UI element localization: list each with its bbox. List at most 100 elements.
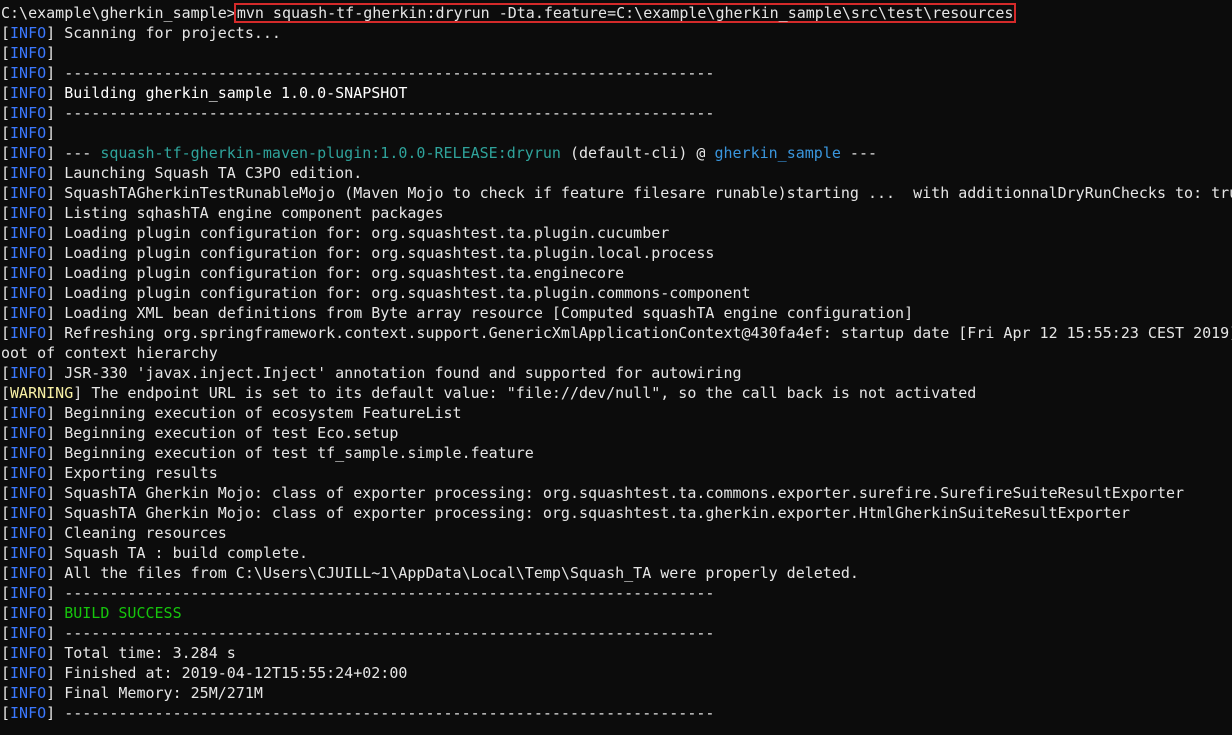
log-message: Beginning execution of test tf_sample.si…: [64, 444, 534, 462]
log-line: [INFO] Beginning execution of ecosystem …: [1, 404, 462, 422]
info-tag: INFO: [10, 84, 47, 102]
info-tag: INFO: [10, 544, 47, 562]
log-line: [INFO] Final Memory: 25M/271M: [1, 684, 263, 702]
project-name: gherkin_sample: [714, 144, 841, 162]
log-line: [INFO] ---------------------------------…: [1, 64, 715, 82]
info-tag: INFO: [10, 264, 47, 282]
log-message: SquashTAGherkinTestRunableMojo (Maven Mo…: [64, 184, 1232, 202]
log-message: SquashTA Gherkin Mojo: class of exporter…: [64, 504, 1130, 522]
info-tag: INFO: [10, 104, 47, 122]
info-tag: INFO: [10, 144, 47, 162]
info-tag: INFO: [10, 164, 47, 182]
prompt: C:\example\gherkin_sample>: [1, 4, 236, 22]
info-tag: INFO: [10, 644, 47, 662]
log-line: [INFO] SquashTAGherkinTestRunableMojo (M…: [0, 183, 1232, 203]
log-message: Loading plugin configuration for: org.sq…: [64, 284, 751, 302]
info-tag: INFO: [10, 224, 47, 242]
log-line: [INFO] Cleaning resources: [1, 524, 227, 542]
plugin-prefix: ---: [64, 144, 101, 162]
log-line: [INFO]: [1, 124, 65, 142]
log-line: [INFO] Squash TA : build complete.: [1, 544, 309, 562]
info-tag: INFO: [10, 124, 47, 142]
log-line: [INFO] Loading plugin configuration for:…: [1, 244, 715, 262]
info-tag: INFO: [10, 564, 47, 582]
separator: ----------------------------------------…: [64, 64, 715, 82]
log-message: Building gherkin_sample 1.0.0-SNAPSHOT: [64, 84, 408, 102]
log-message: JSR-330 'javax.inject.Inject' annotation…: [64, 364, 742, 382]
log-message: Beginning execution of ecosystem Feature…: [64, 404, 462, 422]
separator: ----------------------------------------…: [64, 104, 715, 122]
log-line: [INFO] Finished at: 2019-04-12T15:55:24+…: [1, 664, 408, 682]
log-message: Beginning execution of test Eco.setup: [64, 424, 399, 442]
log-line: [INFO] Loading plugin configuration for:…: [1, 224, 670, 242]
log-line: [INFO] ---------------------------------…: [1, 584, 715, 602]
info-tag: INFO: [10, 324, 47, 342]
info-tag: INFO: [10, 664, 47, 682]
log-message: SquashTA Gherkin Mojo: class of exporter…: [64, 484, 1185, 502]
plugin-suffix: ---: [840, 144, 878, 162]
terminal-window[interactable]: C:\example\gherkin_sample>mvn squash-tf-…: [0, 0, 1232, 735]
log-line: [INFO] Beginning execution of test Eco.s…: [1, 424, 399, 442]
info-tag: INFO: [10, 364, 47, 382]
info-tag: INFO: [10, 424, 47, 442]
log-message: Loading plugin configuration for: org.sq…: [64, 244, 715, 262]
log-message: Launching Squash TA C3PO edition.: [64, 164, 363, 182]
log-message: Squash TA : build complete.: [64, 544, 309, 562]
log-line: [INFO] Loading plugin configuration for:…: [1, 264, 625, 282]
info-tag: INFO: [10, 64, 47, 82]
separator: ----------------------------------------…: [64, 584, 715, 602]
log-message: Listing sqhashTA engine component packag…: [64, 204, 444, 222]
log-line: [INFO] Refreshing org.springframework.co…: [0, 323, 1232, 343]
log-line: [INFO] All the files from C:\Users\CJUIL…: [1, 564, 859, 582]
log-line: [INFO] ---------------------------------…: [1, 704, 715, 722]
log-line: [INFO] Total time: 3.284 s: [1, 644, 236, 662]
warning-line: [WARNING] The endpoint URL is set to its…: [1, 384, 977, 402]
log-line: [INFO] JSR-330 'javax.inject.Inject' ann…: [1, 364, 742, 382]
info-tag: INFO: [10, 444, 47, 462]
info-tag: INFO: [10, 404, 47, 422]
info-tag: INFO: [10, 204, 47, 222]
separator: ----------------------------------------…: [64, 624, 715, 642]
log-line: [INFO] Loading XML bean definitions from…: [1, 304, 914, 322]
log-line: [INFO] Building gherkin_sample 1.0.0-SNA…: [1, 84, 408, 102]
log-line-wrapped: oot of context hierarchy: [0, 343, 1232, 363]
info-tag: INFO: [10, 624, 47, 642]
separator: ----------------------------------------…: [64, 704, 715, 722]
log-message: Loading XML bean definitions from Byte a…: [64, 304, 914, 322]
log-line: [INFO] ---------------------------------…: [1, 104, 715, 122]
info-tag: INFO: [10, 44, 47, 62]
log-message: Scanning for projects...: [64, 24, 281, 42]
info-tag: INFO: [10, 604, 47, 622]
log-line: [INFO] BUILD SUCCESS: [1, 604, 182, 622]
log-message: Finished at: 2019-04-12T15:55:24+02:00: [64, 664, 408, 682]
info-tag: INFO: [10, 504, 47, 522]
log-message: Loading plugin configuration for: org.sq…: [64, 224, 670, 242]
info-tag: INFO: [10, 244, 47, 262]
log-line: [INFO] Exporting results: [1, 464, 218, 482]
log-line: [INFO] Launching Squash TA C3PO edition.: [1, 164, 363, 182]
info-tag: INFO: [10, 584, 47, 602]
log-line: [INFO] Beginning execution of test tf_sa…: [1, 444, 534, 462]
log-line-plugin: [INFO] --- squash-tf-gherkin-maven-plugi…: [1, 144, 878, 162]
highlighted-command[interactable]: mvn squash-tf-gherkin:dryrun -Dta.featur…: [233, 3, 1017, 23]
log-message: Cleaning resources: [64, 524, 227, 542]
warning-tag: WARNING: [10, 384, 74, 402]
plugin-middle: (default-cli) @: [560, 144, 715, 162]
log-message: Final Memory: 25M/271M: [64, 684, 263, 702]
plugin-name: squash-tf-gherkin-maven-plugin:1.0.0-REL…: [100, 144, 561, 162]
log-message: Refreshing org.springframework.context.s…: [64, 324, 1232, 342]
info-tag: INFO: [10, 24, 47, 42]
build-success-label: BUILD SUCCESS: [64, 604, 182, 622]
info-tag: INFO: [10, 304, 47, 322]
info-tag: INFO: [10, 184, 47, 202]
log-line: [INFO]: [1, 44, 65, 62]
log-line: [INFO] SquashTA Gherkin Mojo: class of e…: [1, 484, 1185, 502]
command-line[interactable]: C:\example\gherkin_sample>mvn squash-tf-…: [0, 3, 1232, 23]
log-line: [INFO] Listing sqhashTA engine component…: [1, 204, 444, 222]
log-message: Loading plugin configuration for: org.sq…: [64, 264, 625, 282]
log-message: All the files from C:\Users\CJUILL~1\App…: [64, 564, 859, 582]
info-tag: INFO: [10, 524, 47, 542]
log-line: [INFO] Loading plugin configuration for:…: [1, 284, 751, 302]
log-message: Total time: 3.284 s: [64, 644, 236, 662]
info-tag: INFO: [10, 704, 47, 722]
